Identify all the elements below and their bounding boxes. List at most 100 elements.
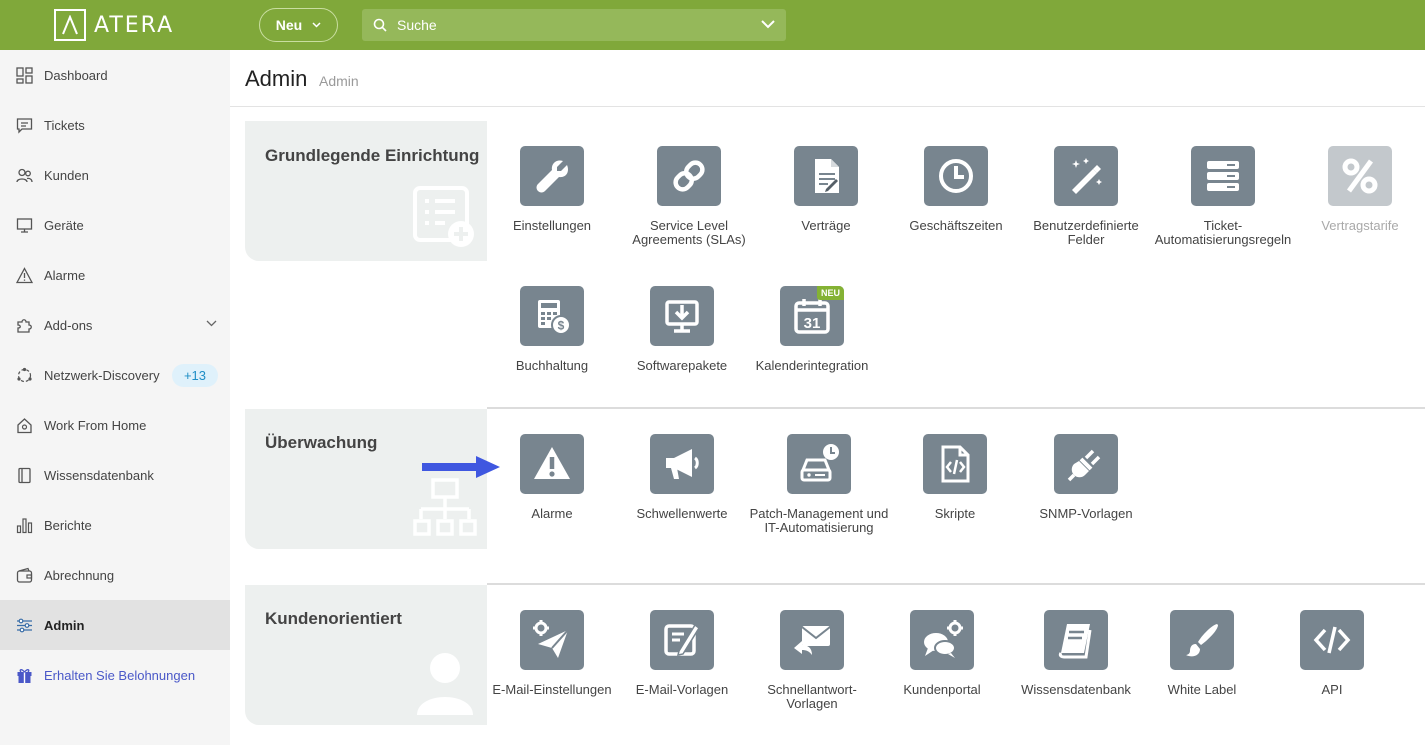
section-title: Kundenorientiert	[265, 609, 402, 628]
section-divider	[487, 407, 1425, 409]
sidebar-item-work-from-home[interactable]: Work From Home	[0, 400, 230, 450]
script-file-icon	[923, 434, 987, 494]
section-grundlegende-einrichtung: Grundlegende Einrichtung	[245, 121, 487, 261]
tile-snmp-vorlagen[interactable]: SNMP-Vorlagen	[1016, 434, 1156, 521]
tile-label: SNMP-Vorlagen	[1039, 506, 1133, 521]
tile-label: Service Level Agreements (SLAs)	[632, 218, 746, 247]
tile-benutzerdefinierte-felder[interactable]: Benutzerdefinierte Felder	[1016, 146, 1156, 247]
tile-label: Buchhaltung	[515, 358, 589, 373]
megaphone-icon	[650, 434, 714, 494]
tile-label: Kalenderintegration	[755, 358, 869, 373]
tile-schnellantwort-vorlagen[interactable]: Schnellantwort-Vorlagen	[742, 610, 882, 711]
sliders-icon	[17, 618, 32, 633]
tile-label: Benutzerdefinierte Felder	[1033, 218, 1139, 247]
tile-slas[interactable]: Service Level Agreements (SLAs)	[619, 146, 759, 247]
chevron-down-icon[interactable]	[206, 320, 217, 327]
puzzle-icon	[17, 319, 32, 333]
tile-buchhaltung[interactable]: $ Buchhaltung	[482, 286, 622, 373]
sidebar-item-label: Work From Home	[44, 417, 147, 433]
org-chart-icon	[413, 478, 477, 536]
sidebar-item-label: Dashboard	[44, 67, 108, 83]
tile-geschaeftszeiten[interactable]: Geschäftszeiten	[886, 146, 1026, 233]
sidebar-item-berichte[interactable]: Berichte	[0, 500, 230, 550]
tile-skripte[interactable]: Skripte	[885, 434, 1025, 521]
magic-wand-icon	[1054, 146, 1118, 206]
tile-label: Skripte	[934, 506, 976, 521]
tile-kalenderintegration[interactable]: 31 NEU Kalenderintegration	[742, 286, 882, 373]
devices-icon	[16, 218, 33, 233]
tile-ticket-automatisierungsregeln[interactable]: Ticket-Automatisierungsregeln	[1153, 146, 1293, 247]
new-button-label: Neu	[275, 17, 303, 33]
tile-label: Kundenportal	[903, 682, 981, 697]
tile-label: Einstellungen	[512, 218, 592, 233]
section-title: Grundlegende Einrichtung	[265, 146, 480, 165]
search-input[interactable]	[397, 9, 757, 41]
tile-schwellenwerte[interactable]: Schwellenwerte	[612, 434, 752, 521]
tile-label: Schnellantwort-Vorlagen	[767, 682, 857, 711]
search-bar	[362, 9, 786, 41]
sidebar-item-rewards[interactable]: Erhalten Sie Belohnungen	[0, 650, 230, 700]
gift-icon	[17, 669, 32, 683]
sidebar-item-netzwerk-discovery[interactable]: Netzwerk-Discovery +13	[0, 350, 230, 400]
book-icon	[18, 467, 31, 484]
chevron-down-icon	[312, 22, 321, 28]
top-bar: ATERA Neu	[0, 0, 1425, 50]
logo-mark-icon	[54, 9, 86, 41]
tile-label: Verträge	[801, 218, 851, 233]
tile-label: Alarme	[531, 506, 573, 521]
warning-icon	[520, 434, 584, 494]
tile-vertragstarife[interactable]: Vertragstarife	[1290, 146, 1425, 233]
form-add-icon	[413, 186, 474, 247]
sidebar-item-geraete[interactable]: Geräte	[0, 200, 230, 250]
sidebar-item-alarme[interactable]: Alarme	[0, 250, 230, 300]
sidebar-item-kunden[interactable]: Kunden	[0, 150, 230, 200]
tile-label: API	[1321, 682, 1343, 697]
tile-label: Wissensdatenbank	[1021, 682, 1131, 697]
sidebar-item-tickets[interactable]: Tickets	[0, 100, 230, 150]
sidebar-item-label: Alarme	[44, 267, 86, 283]
tile-wissensdatenbank[interactable]: Wissensdatenbank	[1006, 610, 1146, 697]
tile-label: Vertragstarife	[1321, 218, 1399, 233]
tile-label: Geschäftszeiten	[909, 218, 1003, 233]
sidebar-item-label: Abrechnung	[44, 567, 115, 583]
sidebar-item-abrechnung[interactable]: Abrechnung	[0, 550, 230, 600]
tile-softwarepakete[interactable]: Softwarepakete	[612, 286, 752, 373]
tile-kundenportal[interactable]: Kundenportal	[872, 610, 1012, 697]
code-icon	[1300, 610, 1364, 670]
sidebar-item-admin[interactable]: Admin	[0, 600, 230, 650]
sidebar-item-label: Admin	[44, 617, 85, 633]
sidebar: Dashboard Tickets Kunden Geräte Alarme A…	[0, 50, 230, 745]
link-icon	[657, 146, 721, 206]
tile-email-vorlagen[interactable]: E-Mail-Vorlagen	[612, 610, 752, 697]
contract-icon	[794, 146, 858, 206]
sidebar-item-label: Erhalten Sie Belohnungen	[44, 667, 196, 683]
tile-white-label[interactable]: White Label	[1132, 610, 1272, 697]
svg-text:$: $	[558, 319, 565, 333]
alert-icon	[16, 267, 33, 284]
brush-icon	[1170, 610, 1234, 670]
section-divider	[487, 583, 1425, 585]
tile-email-einstellungen[interactable]: E-Mail-Einstellungen	[482, 610, 622, 697]
tile-einstellungen[interactable]: Einstellungen	[482, 146, 622, 233]
sidebar-item-dashboard[interactable]: Dashboard	[0, 50, 230, 100]
atera-logo[interactable]: ATERA	[54, 9, 174, 41]
calculator-icon: $	[520, 286, 584, 346]
section-title: Überwachung	[265, 433, 378, 452]
tile-patch-management[interactable]: Patch-Management und IT-Automatisierung	[749, 434, 889, 535]
new-button[interactable]: Neu	[259, 8, 338, 42]
tile-label: White Label	[1167, 682, 1237, 697]
customer-portal-icon	[910, 610, 974, 670]
tile-label: E-Mail-Vorlagen	[635, 682, 729, 697]
patch-drive-icon	[787, 434, 851, 494]
network-icon	[17, 367, 32, 383]
tile-alarme[interactable]: Alarme	[482, 434, 622, 521]
tile-api[interactable]: API	[1262, 610, 1402, 697]
tile-label: Schwellenwerte	[636, 506, 728, 521]
sidebar-item-wissensdatenbank[interactable]: Wissensdatenbank	[0, 450, 230, 500]
dashboard-icon	[16, 67, 33, 84]
tile-vertraege[interactable]: Verträge	[756, 146, 896, 233]
sidebar-item-label: Netzwerk-Discovery	[44, 367, 160, 383]
search-dropdown-icon[interactable]	[761, 19, 775, 29]
sidebar-item-add-ons[interactable]: Add-ons	[0, 300, 230, 350]
tile-label: E-Mail-Einstellungen	[492, 682, 612, 697]
